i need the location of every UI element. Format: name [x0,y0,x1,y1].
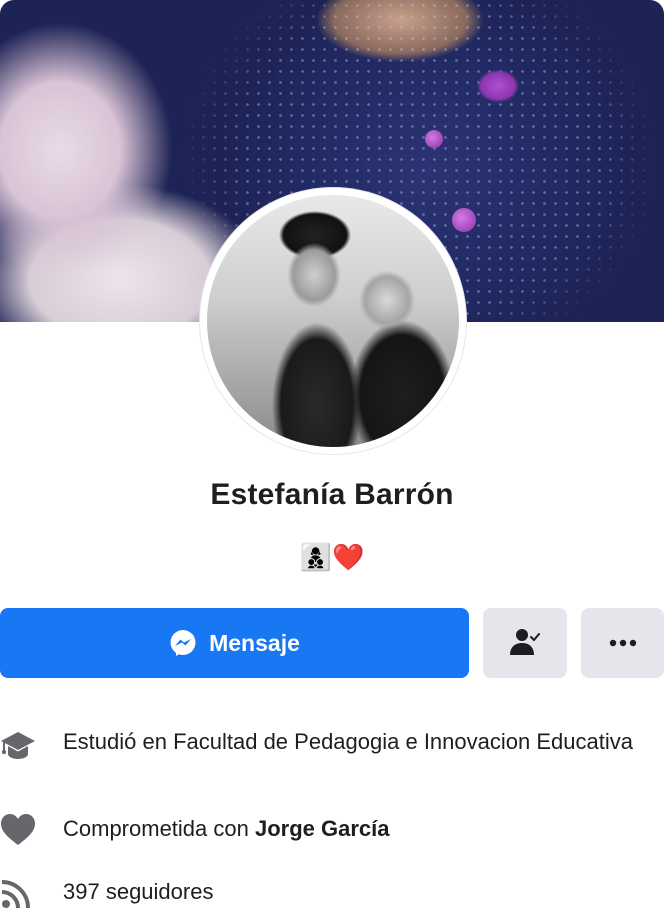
messenger-icon [170,630,196,656]
followers-text: 397 seguidores [63,878,644,906]
graduation-cap-icon [1,732,35,759]
relationship-item: Comprometida con Jorge García [0,812,664,848]
followers-item[interactable]: 397 seguidores [0,874,664,910]
profile-bio: 👩‍👦‍👦❤️ [0,540,664,574]
friends-button[interactable] [483,608,567,678]
education-text: Estudió en Facultad de Pedagogia e Innov… [63,728,644,756]
heart-emoji: ❤️ [332,542,365,572]
cover-button-decoration [425,130,443,148]
cover-button-decoration [452,208,476,232]
heart-icon [1,814,35,845]
more-dots-icon [609,639,636,647]
message-button[interactable]: Mensaje [0,608,469,678]
education-prefix: Estudió en [63,729,174,754]
message-button-label: Mensaje [209,629,300,656]
friend-check-icon [510,629,540,655]
family-emoji: 👩‍👦‍👦 [299,542,332,572]
relationship-prefix: Comprometida con [63,816,255,841]
partner-name-link[interactable]: Jorge García [255,816,390,841]
profile-actions: Mensaje [0,608,664,678]
profile-photo [207,195,459,447]
education-place-link[interactable]: Facultad de Pedagogia e Innovacion Educa… [173,729,633,754]
followers-suffix: seguidores [99,879,214,904]
rss-followers-icon [1,880,30,909]
profile-picture[interactable] [200,188,466,454]
cover-flower-decoration [468,56,528,116]
relationship-text: Comprometida con Jorge García [63,815,644,843]
education-item: Estudió en Facultad de Pedagogia e Innov… [0,728,664,788]
profile-name: Estefanía Barrón [210,478,454,511]
more-options-button[interactable] [581,608,664,678]
followers-count: 397 [63,879,100,904]
